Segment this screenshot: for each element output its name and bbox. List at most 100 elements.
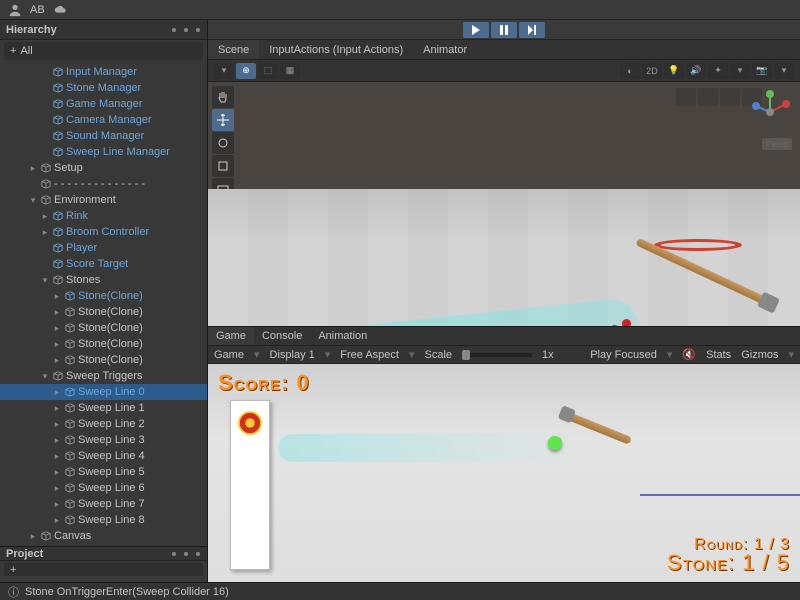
tab-animator[interactable]: Animator — [413, 40, 477, 59]
hierarchy-item[interactable]: ▸Stone(Clone) — [0, 304, 207, 320]
aspect-select[interactable]: Free Aspect — [340, 349, 399, 361]
project-search[interactable]: + — [4, 563, 203, 576]
tab-console[interactable]: Console — [254, 327, 310, 345]
cloud-icon[interactable] — [53, 3, 67, 17]
move-tool[interactable] — [212, 109, 234, 131]
hierarchy-item[interactable]: ▸Sweep Line 0 — [0, 384, 207, 400]
tab-scene[interactable]: Scene — [208, 40, 259, 59]
hierarchy-item[interactable]: - - - - - - - - - - - - - - — [0, 176, 207, 192]
hierarchy-item[interactable]: ▾Sweep Triggers — [0, 368, 207, 384]
gizmos-toggle[interactable]: Gizmos — [741, 349, 778, 361]
trajectory-marker — [610, 325, 619, 326]
tab-game[interactable]: Game — [208, 327, 254, 345]
hierarchy-item[interactable]: ▸Rink — [0, 208, 207, 224]
overlay-btn-1[interactable] — [676, 88, 696, 106]
info-icon: ⓘ — [8, 584, 19, 600]
play-focused[interactable]: Play Focused — [590, 349, 657, 361]
camera-icon[interactable]: 📷 — [752, 63, 772, 79]
project-panel: Project + ▾📁Assets▾📁Animations📄Sweep▾📁Au… — [0, 546, 207, 582]
hierarchy-item[interactable]: ▸Canvas — [0, 528, 207, 544]
hierarchy-item[interactable]: Stone Manager — [0, 80, 207, 96]
status-bar: ⓘ Stone OnTriggerEnter(Sweep Collider 16… — [0, 582, 800, 600]
hierarchy-item[interactable]: Game Manager — [0, 96, 207, 112]
pause-button[interactable] — [491, 22, 517, 38]
handle-button[interactable]: ⬚ — [258, 63, 278, 79]
hierarchy-item[interactable]: ▸Sweep Line 8 — [0, 512, 207, 528]
scale-slider[interactable] — [462, 353, 532, 357]
hierarchy-item[interactable]: Score Target — [0, 256, 207, 272]
hierarchy-item[interactable]: ▸Stone(Clone) — [0, 320, 207, 336]
hierarchy-item[interactable]: Sound Manager — [0, 128, 207, 144]
hierarchy-item[interactable]: ▸Sweep Line 1 — [0, 400, 207, 416]
game-mode[interactable]: Game — [214, 349, 244, 361]
layers-dropdown[interactable]: ▾ — [730, 63, 750, 79]
hierarchy-item[interactable]: Input Manager — [0, 64, 207, 80]
scale-value: 1x — [542, 349, 554, 361]
hierarchy-tree[interactable]: Input ManagerStone ManagerGame ManagerCa… — [0, 62, 207, 546]
account-icon[interactable] — [8, 3, 22, 17]
lighting-toggle[interactable]: 💡 — [664, 63, 684, 79]
sweep-mesh — [208, 297, 638, 326]
hand-tool[interactable] — [212, 86, 234, 108]
hierarchy-item[interactable]: ▸Sweep Line 2 — [0, 416, 207, 432]
gizmos-dropdown[interactable]: ▾ — [774, 63, 794, 79]
minimap-target-icon — [238, 411, 262, 435]
scale-tool[interactable] — [212, 155, 234, 177]
game-view[interactable]: Score: 0 Round: 1 / 3 Stone: 1 / 5 — [208, 364, 800, 582]
hierarchy-item[interactable]: ▾Stones — [0, 272, 207, 288]
hierarchy-item[interactable]: ▸Stone(Clone) — [0, 336, 207, 352]
hierarchy-item[interactable]: ▸Setup — [0, 160, 207, 176]
hud-score: Score: 0 — [218, 370, 310, 396]
hierarchy-item[interactable]: ▸Stone(Clone) — [0, 288, 207, 304]
tab-animation[interactable]: Animation — [310, 327, 375, 345]
scene-view[interactable]: Persp — [208, 82, 800, 326]
hierarchy-item[interactable]: ▸Sweep Line 4 — [0, 448, 207, 464]
scene-toolbar: ▾ ⊕ ⬚ ▦ ◐ 2D 💡 🔊 ✦ ▾ 📷 ▾ — [208, 60, 800, 82]
pivot-button[interactable]: ⊕ — [236, 63, 256, 79]
display-select[interactable]: Display 1 — [270, 349, 315, 361]
stats-toggle[interactable]: Stats — [706, 349, 731, 361]
account-label: AB — [30, 4, 45, 16]
hierarchy-item[interactable]: Camera Manager — [0, 112, 207, 128]
game-stone — [548, 436, 562, 450]
scale-label: Scale — [425, 349, 453, 361]
hierarchy-item[interactable]: ▸Sweep Line 5 — [0, 464, 207, 480]
rotate-tool[interactable] — [212, 132, 234, 154]
hierarchy-item[interactable]: ▸Broom Controller — [0, 224, 207, 240]
hierarchy-item[interactable]: Player — [0, 240, 207, 256]
trajectory-marker — [622, 319, 631, 326]
project-header[interactable]: Project — [0, 547, 207, 561]
hierarchy-item[interactable]: ▸Stone(Clone) — [0, 352, 207, 368]
step-button[interactable] — [519, 22, 545, 38]
scene-floor — [208, 189, 800, 326]
game-tabs: Game Console Animation — [208, 326, 800, 346]
play-controls — [208, 20, 800, 40]
overlay-btn-2[interactable] — [698, 88, 718, 106]
draw-mode[interactable]: ◐ — [620, 63, 640, 79]
hierarchy-search[interactable]: + All — [4, 42, 203, 60]
2d-toggle[interactable]: 2D — [642, 63, 662, 79]
app-titlebar: AB — [0, 0, 800, 20]
overlay-btn-3[interactable] — [720, 88, 740, 106]
play-button[interactable] — [463, 22, 489, 38]
perspective-label[interactable]: Persp — [762, 138, 792, 150]
ice-trail — [278, 434, 578, 462]
hierarchy-item[interactable]: ▾Environment — [0, 192, 207, 208]
mute-icon[interactable]: 🔇 — [682, 348, 696, 361]
target-ring — [654, 239, 742, 251]
tab-input-actions[interactable]: InputActions (Input Actions) — [259, 40, 413, 59]
grid-button[interactable]: ▦ — [280, 63, 300, 79]
plus-icon[interactable]: + — [10, 564, 16, 576]
tool-dropdown[interactable]: ▾ — [214, 63, 234, 79]
hierarchy-item[interactable]: ▸Sweep Line 7 — [0, 496, 207, 512]
hierarchy-item[interactable]: ▸Sweep Line 6 — [0, 480, 207, 496]
audio-toggle[interactable]: 🔊 — [686, 63, 706, 79]
orientation-gizmo[interactable] — [746, 88, 794, 136]
search-placeholder: All — [20, 45, 32, 57]
hierarchy-item[interactable]: ▸Sweep Line 3 — [0, 432, 207, 448]
status-message: Stone OnTriggerEnter(Sweep Collider 16) — [25, 586, 229, 598]
fx-toggle[interactable]: ✦ — [708, 63, 728, 79]
hierarchy-item[interactable]: Sweep Line Manager — [0, 144, 207, 160]
plus-icon[interactable]: + — [10, 45, 16, 57]
hierarchy-header[interactable]: Hierarchy — [0, 20, 207, 40]
